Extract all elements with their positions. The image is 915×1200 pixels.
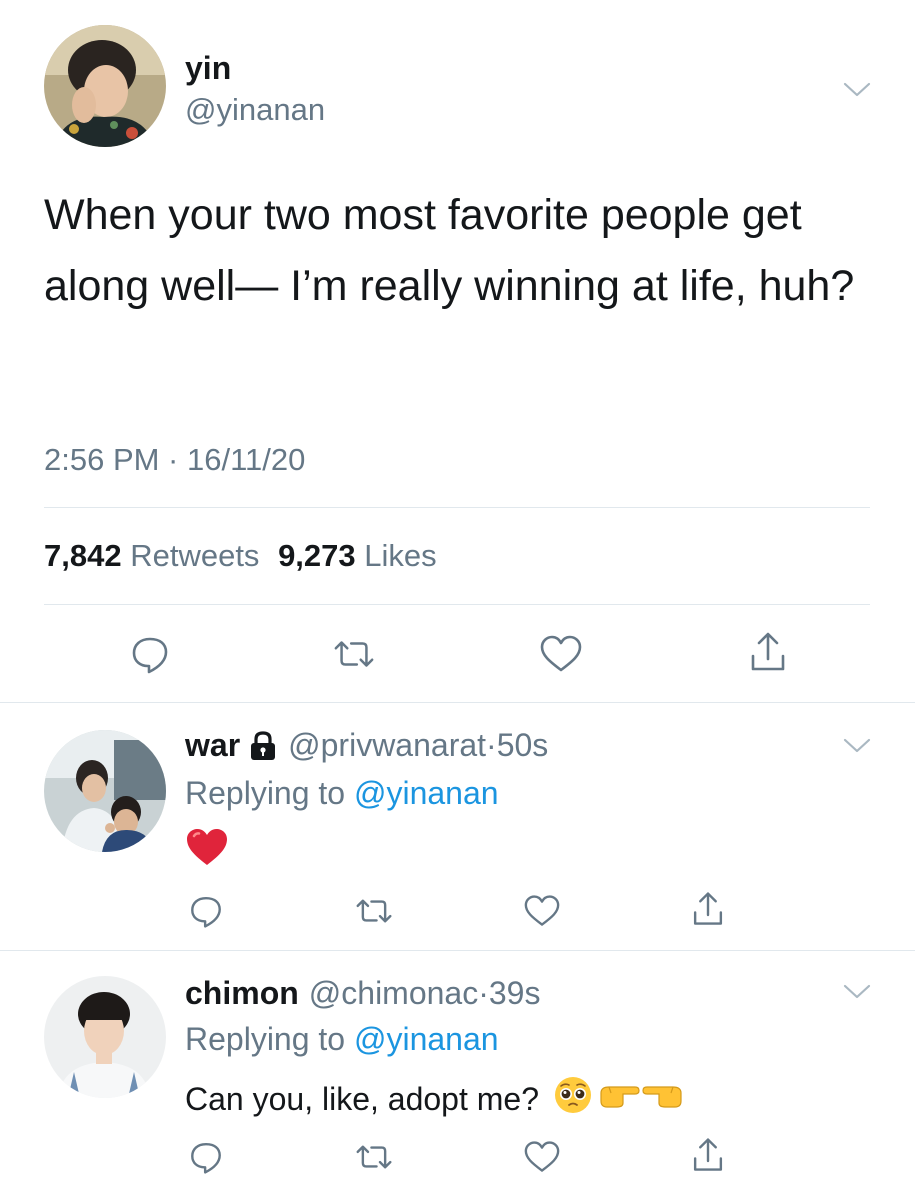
retweets-count[interactable]: 7,842 [44,538,122,573]
reply-icon[interactable] [128,632,172,676]
reply-icon[interactable] [184,1135,228,1179]
retweets-label[interactable]: Retweets [130,538,259,573]
handle-and-time[interactable]: @privwanarat·50s [288,727,548,764]
reply-text [185,827,229,875]
reply-icon[interactable] [184,889,228,933]
mention-link[interactable]: @yinanan [354,1021,499,1057]
red-heart-emoji [185,827,229,875]
likes-count[interactable]: 9,273 [278,538,356,573]
replying-prefix: Replying to [185,1021,346,1057]
share-icon[interactable] [686,1133,730,1177]
chevron-down-icon[interactable] [842,80,872,100]
retweet-icon[interactable] [332,632,376,676]
divider [44,604,870,605]
pointing-right-emoji [597,1079,641,1119]
handle-and-time[interactable]: @chimonac·39s [309,975,541,1012]
replying-to: Replying to @yinanan [185,1021,499,1058]
reply-text-content: Can you, like, adopt me? [185,1080,539,1117]
chevron-down-icon[interactable] [842,982,872,1002]
avatar[interactable] [44,730,166,852]
main-tweet: yin @yinanan When your two most favorite… [0,0,915,703]
author-handle[interactable]: @yinanan [185,92,325,128]
author-name[interactable]: war [185,727,240,764]
tweet-text: When your two most favorite people get a… [44,191,855,310]
pointing-left-emoji [641,1079,685,1119]
avatar[interactable] [44,25,166,147]
retweet-icon[interactable] [352,1135,396,1179]
like-icon[interactable] [539,632,583,676]
replying-to: Replying to @yinanan [185,775,499,812]
mention-link[interactable]: @yinanan [354,775,499,811]
reply-tweet[interactable]: chimon @chimonac·39s Replying to @yinana… [0,951,915,1200]
like-icon[interactable] [520,1135,564,1179]
reply-text: Can you, like, adopt me? [185,1075,685,1123]
retweet-icon[interactable] [352,889,396,933]
reply-header: chimon @chimonac·39s [185,975,540,1012]
avatar[interactable] [44,976,166,1098]
chevron-down-icon[interactable] [842,736,872,756]
share-icon[interactable] [686,887,730,931]
replying-prefix: Replying to [185,775,346,811]
divider [44,507,870,508]
lock-icon [248,730,278,762]
tweet-timestamp[interactable]: 2:56 PM · 16/11/20 [44,442,305,478]
tweet-stats: 7,842 Retweets 9,273 Likes [44,538,437,574]
share-icon[interactable] [746,630,790,674]
reply-header: war @privwanarat·50s [185,727,548,764]
author-name[interactable]: yin [185,50,231,87]
author-name[interactable]: chimon [185,975,299,1012]
like-icon[interactable] [520,889,564,933]
likes-label[interactable]: Likes [364,538,436,573]
pleading-face-emoji [553,1075,593,1123]
reply-tweet[interactable]: war @privwanarat·50s Replying to @yinana… [0,703,915,951]
